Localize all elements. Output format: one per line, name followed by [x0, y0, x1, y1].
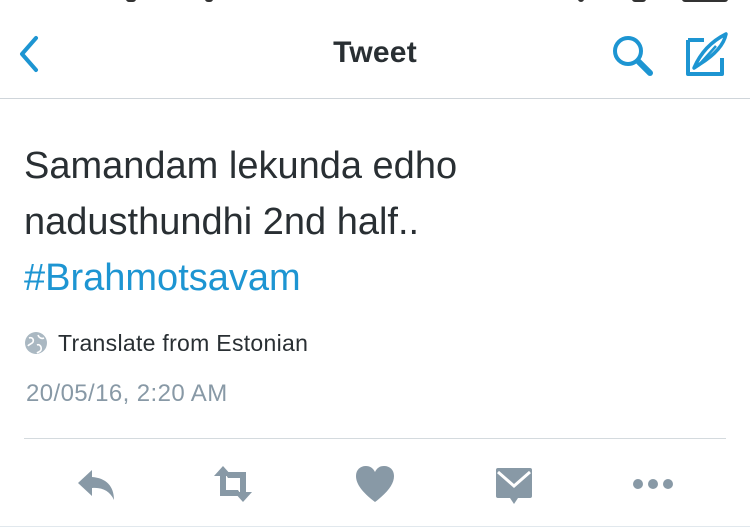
reply-button[interactable] — [72, 462, 122, 506]
status-bar — [0, 0, 750, 8]
search-button[interactable] — [608, 32, 658, 80]
translate-label: Translate from Estonian — [58, 329, 309, 356]
tweet-text-line: nadusthundhi 2nd half.. — [24, 201, 420, 243]
divider — [24, 438, 726, 439]
hashtag-link[interactable]: #Brahmotsavam — [24, 250, 724, 306]
retweet-button[interactable] — [208, 462, 258, 506]
globe-icon — [25, 332, 47, 354]
tweet-action-bar — [0, 450, 750, 520]
battery-indicator — [682, 0, 728, 2]
compose-tweet-icon — [686, 32, 728, 76]
status-indicator — [126, 0, 136, 2]
compose-tweet-button[interactable] — [682, 30, 730, 80]
status-indicator — [205, 0, 213, 2]
tweet-text-line: Samandam lekunda edho — [24, 145, 458, 187]
like-button[interactable] — [350, 462, 400, 506]
direct-message-button[interactable] — [490, 462, 540, 506]
status-indicator — [632, 0, 646, 2]
search-icon — [613, 36, 653, 76]
more-options-button[interactable] — [628, 462, 678, 506]
tweet-text: Samandam lekunda edho nadusthundhi 2nd h… — [24, 138, 724, 306]
navigation-bar: Tweet — [0, 8, 750, 99]
heart-icon — [356, 466, 394, 502]
translate-link[interactable]: Translate from Estonian — [24, 328, 308, 358]
status-indicator — [578, 0, 584, 2]
more-icon — [633, 479, 673, 489]
reply-icon — [78, 470, 114, 500]
envelope-icon — [496, 468, 532, 504]
retweet-icon — [214, 466, 252, 502]
divider — [0, 526, 750, 527]
tweet-timestamp: 20/05/16, 2:20 AM — [26, 380, 228, 407]
